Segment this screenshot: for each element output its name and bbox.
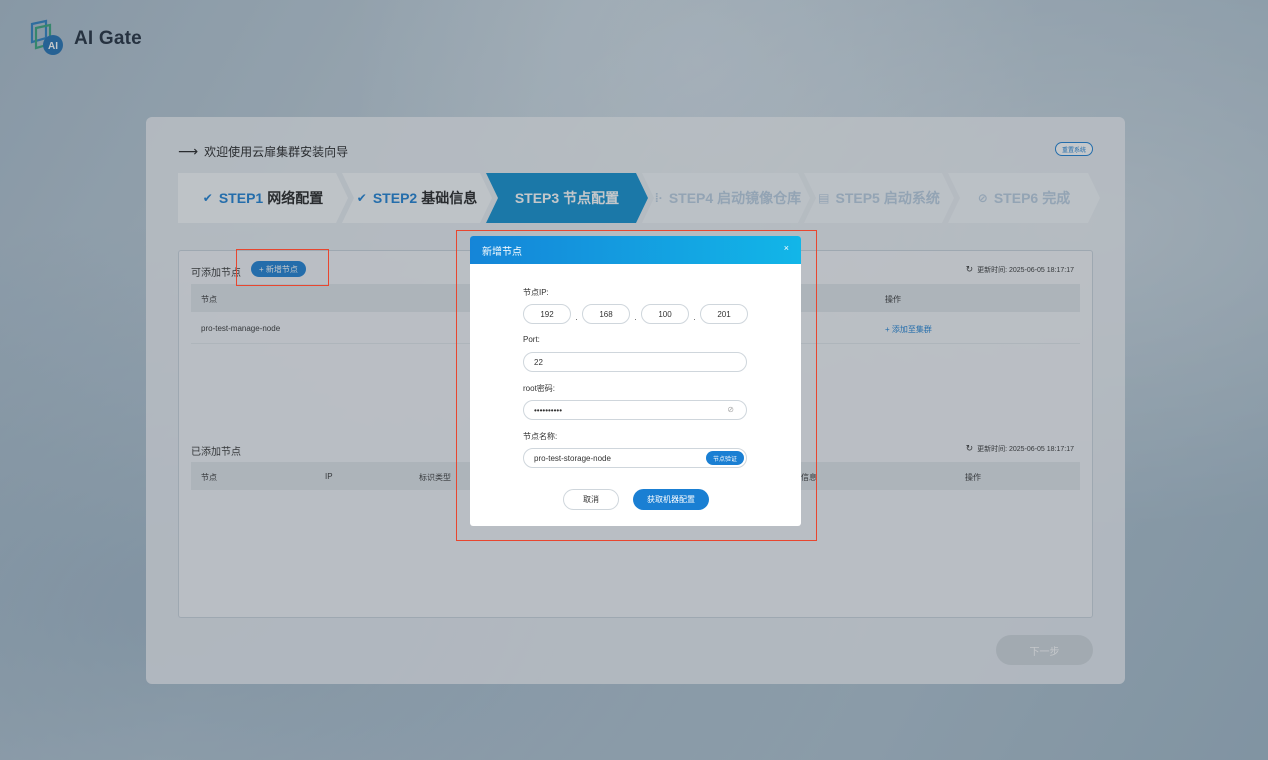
ip-octet-1[interactable]: 192 [523, 304, 571, 324]
node-ip-label: 节点IP: [523, 288, 549, 297]
ip-octet-3[interactable]: 100 [641, 304, 689, 324]
root-password-label: root密码: [523, 384, 556, 393]
node-name-value: pro-test-storage-node [534, 453, 611, 463]
close-icon[interactable]: × [784, 243, 789, 253]
ip-separator: . [693, 312, 696, 322]
node-name-label: 节点名称: [523, 432, 558, 441]
port-input[interactable]: 22 [523, 352, 747, 372]
dialog-title: 新增节点 [482, 246, 522, 258]
dialog-header: 新增节点 × [470, 236, 801, 264]
highlight-add-node [236, 249, 329, 286]
eye-hidden-icon[interactable]: ⊘ [727, 405, 734, 414]
password-value: •••••••••• [534, 405, 563, 415]
ip-separator: . [634, 312, 637, 322]
node-ip-group: 192 . 168 . 100 . 201 [523, 304, 748, 324]
get-machine-config-button[interactable]: 获取机器配置 [633, 489, 709, 510]
root-password-input[interactable]: •••••••••• ⊘ [523, 400, 747, 420]
port-value: 22 [534, 357, 543, 367]
ip-octet-4[interactable]: 201 [700, 304, 748, 324]
verify-node-button[interactable]: 节点验证 [705, 451, 744, 465]
add-node-dialog: 新增节点 × 节点IP: 192 . 168 . 100 . 201 Port:… [470, 236, 801, 526]
cancel-button[interactable]: 取消 [563, 489, 619, 510]
ip-separator: . [575, 312, 578, 322]
node-name-input[interactable]: pro-test-storage-node 节点验证 [523, 448, 747, 468]
ip-octet-2[interactable]: 168 [582, 304, 630, 324]
port-label: Port: [523, 335, 540, 344]
